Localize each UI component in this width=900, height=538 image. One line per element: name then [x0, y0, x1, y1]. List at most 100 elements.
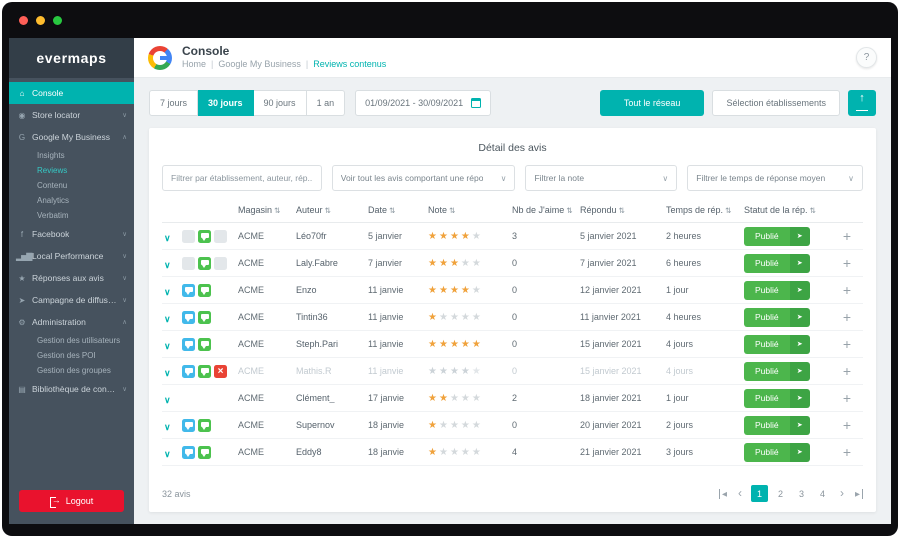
star-icon: ★ — [428, 284, 437, 296]
note-stars: ★ ★ ★ ★ ★ — [428, 393, 512, 404]
export-button[interactable] — [848, 90, 876, 116]
expand-row-button[interactable] — [162, 364, 182, 379]
add-response-button[interactable] — [836, 309, 858, 325]
status-button[interactable]: Publié — [744, 280, 810, 300]
sidebar-item-label: Store locator — [32, 110, 81, 120]
status-button[interactable]: Publié — [744, 334, 810, 354]
page-button-2[interactable]: 2 — [772, 485, 789, 502]
expand-row-button[interactable] — [162, 391, 182, 406]
status-button[interactable]: Publié — [744, 388, 810, 408]
status-button[interactable]: Publié — [744, 226, 810, 246]
date-cell: 18 janvie — [368, 420, 405, 430]
auteur-cell: Léo70fr — [296, 231, 327, 241]
status-button[interactable]: Publié — [744, 307, 810, 327]
expand-row-button[interactable] — [162, 310, 182, 325]
expand-row-button[interactable] — [162, 337, 182, 352]
expand-row-button[interactable] — [162, 283, 182, 298]
sidebar-subitem-gestion-des-utilisateurs[interactable]: Gestion des utilisateurs — [9, 333, 134, 348]
breadcrumb-item-reviews-contenus[interactable]: Reviews contenus — [313, 59, 386, 70]
page-button-1[interactable]: 1 — [751, 485, 768, 502]
page-numbers: 1234 — [751, 485, 831, 502]
period-button-90-jours[interactable]: 90 jours — [253, 90, 307, 116]
expand-row-button[interactable] — [162, 229, 182, 244]
page-button-4[interactable]: 4 — [814, 485, 831, 502]
sidebar-item-campagne-de-diffusion[interactable]: ➤ Campagne de diffusion ∨ — [9, 289, 134, 311]
placeholder-icon — [214, 256, 227, 270]
sidebar-item-google-my-business[interactable]: G Google My Business ∧ — [9, 126, 134, 148]
add-response-button[interactable] — [836, 282, 858, 298]
last-page-icon[interactable] — [853, 488, 863, 499]
status-button[interactable]: Publié — [744, 361, 810, 381]
date-range-picker[interactable]: 01/09/2021 - 30/09/2021 — [355, 90, 492, 116]
column-header-statut-de-la-rep[interactable]: Statut de la rép. — [744, 205, 836, 215]
filter-response-time-select[interactable]: Filtrer le temps de réponse moyen — [687, 165, 863, 191]
column-header-magasin[interactable]: Magasin — [238, 205, 296, 215]
sidebar-item-reponses-aux-avis[interactable]: ★ Réponses aux avis ∨ — [9, 267, 134, 289]
add-response-button[interactable] — [836, 363, 858, 379]
note-stars: ★ ★ ★ ★ ★ — [428, 420, 512, 431]
column-header-repondu[interactable]: Répondu — [580, 205, 666, 215]
column-header-note[interactable]: Note — [428, 205, 512, 215]
page-button-3[interactable]: 3 — [793, 485, 810, 502]
sidebar-item-administration[interactable]: ⚙ Administration ∧ — [9, 311, 134, 333]
filter-response-select[interactable]: Voir tout les avis comportant une répo — [331, 165, 516, 191]
zoom-button[interactable] — [53, 15, 62, 25]
period-button-7-jours[interactable]: 7 jours — [149, 90, 199, 116]
filter-note-select[interactable]: Filtrer la note — [525, 165, 678, 191]
send-icon — [789, 334, 810, 354]
period-button-30-jours[interactable]: 30 jours — [198, 90, 254, 116]
expand-row-button[interactable] — [162, 445, 182, 460]
auteur-cell: Laly.Fabre — [296, 258, 338, 268]
next-page-icon[interactable] — [838, 489, 846, 498]
status-button[interactable]: Publié — [744, 415, 810, 435]
status-button[interactable]: Publié — [744, 442, 810, 462]
sidebar-item-console[interactable]: ⌂ Console — [9, 82, 134, 104]
star-icon: ★ — [18, 273, 25, 283]
select-establishments-button[interactable]: Sélection établissements — [712, 90, 840, 116]
logout-label: Logout — [65, 496, 94, 506]
logout-button[interactable]: Logout — [19, 490, 124, 512]
breadcrumb-item-home[interactable]: Home — [182, 59, 206, 70]
previous-page-icon[interactable] — [736, 489, 744, 498]
help-button[interactable]: ? — [856, 47, 877, 68]
add-response-button[interactable] — [836, 336, 858, 352]
sidebar-item-store-locator[interactable]: ◉ Store locator ∨ — [9, 104, 134, 126]
column-header-date[interactable]: Date — [368, 205, 428, 215]
breadcrumb-item-google-my-business[interactable]: Google My Business — [218, 59, 301, 70]
status-label: Publié — [744, 334, 790, 354]
sidebar-subitem-verbatim[interactable]: Verbatim — [9, 208, 134, 223]
sidebar-subitem-gestion-des-groupes[interactable]: Gestion des groupes — [9, 363, 134, 378]
note-stars: ★ ★ ★ ★ ★ — [428, 285, 512, 296]
sidebar-item-facebook[interactable]: f Facebook ∨ — [9, 223, 134, 245]
expand-row-button[interactable] — [162, 418, 182, 433]
sidebar-subitem-contenu[interactable]: Contenu — [9, 178, 134, 193]
network-all-button[interactable]: Tout le réseau — [599, 90, 705, 116]
expand-row-button[interactable] — [162, 256, 182, 271]
add-response-button[interactable] — [836, 228, 858, 244]
sidebar-subitem-gestion-des-poi[interactable]: Gestion des POI — [9, 348, 134, 363]
add-response-button[interactable] — [836, 390, 858, 406]
sidebar-subitem-analytics[interactable]: Analytics — [9, 193, 134, 208]
status-button[interactable]: Publié — [744, 253, 810, 273]
add-response-button[interactable] — [836, 417, 858, 433]
temps-cell: 3 jours — [666, 447, 694, 457]
header-titles: Console Home | Google My Business | Reviews … — [182, 44, 386, 70]
period-button-1-an[interactable]: 1 an — [306, 90, 346, 116]
add-response-button[interactable] — [836, 255, 858, 271]
first-page-icon[interactable] — [719, 488, 729, 499]
star-icon: ★ — [438, 365, 448, 377]
sidebar-subitem-reviews[interactable]: Reviews — [9, 163, 134, 178]
filter-search-input[interactable] — [162, 165, 322, 191]
sidebar-item-local-performance[interactable]: ▂▅▇ Local Performance ∨ — [9, 245, 134, 267]
sidebar-subitem-insights[interactable]: Insights — [9, 148, 134, 163]
column-header-nb-de-j-aime[interactable]: Nb de J'aime — [512, 205, 580, 215]
add-response-button[interactable] — [836, 444, 858, 460]
note-stars: ★ ★ ★ ★ ★ — [428, 258, 512, 269]
column-header-auteur[interactable]: Auteur — [296, 205, 368, 215]
sidebar-item-bibliotheque-de-contenu[interactable]: ▤ Bibliothèque de contenu ∨ — [9, 378, 134, 400]
likes-cell: 0 — [512, 420, 518, 430]
column-header-temps-de-rep[interactable]: Temps de rép. — [666, 205, 744, 215]
minimize-button[interactable] — [36, 15, 45, 25]
star-icon: ★ — [428, 230, 437, 242]
close-button[interactable] — [19, 15, 28, 25]
